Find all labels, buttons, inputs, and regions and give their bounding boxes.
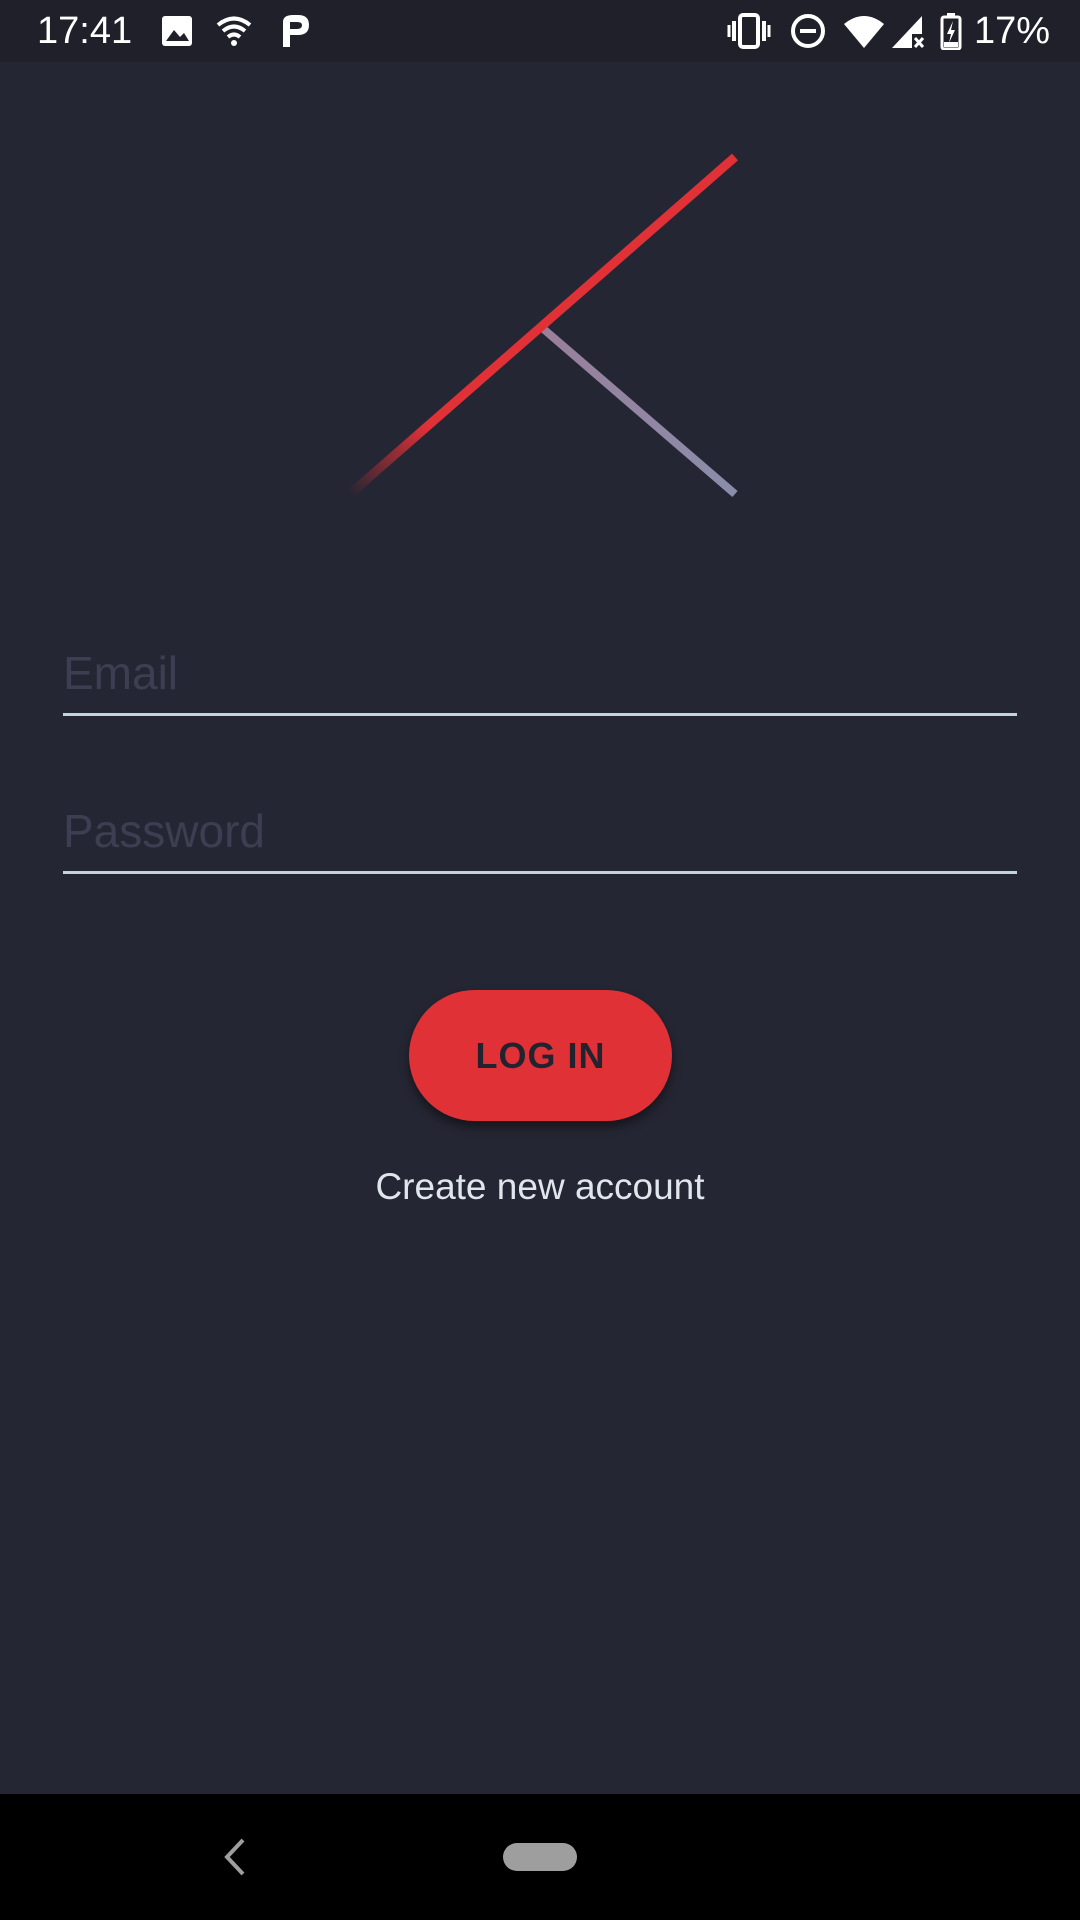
- status-time: 17:41: [37, 10, 133, 52]
- battery-percent: 17%: [974, 10, 1051, 52]
- z-hourglass-logo: [345, 152, 740, 499]
- back-chevron-icon[interactable]: [215, 1834, 255, 1880]
- login-button[interactable]: LOG IN: [409, 990, 672, 1121]
- battery-charging-icon: [940, 13, 962, 50]
- create-account-link[interactable]: Create new account: [0, 1162, 1080, 1212]
- wifi-notification-icon: [216, 16, 252, 46]
- login-screen: 17:41 17% Email LOG IN Create new accoun…: [0, 0, 1080, 1920]
- email-input[interactable]: [63, 633, 1017, 713]
- password-input[interactable]: [63, 791, 1017, 871]
- home-pill-icon[interactable]: [503, 1843, 577, 1871]
- do-not-disturb-icon: [791, 14, 825, 48]
- cell-signal-no-service-icon: [892, 16, 925, 48]
- parking-app-icon: [283, 15, 309, 47]
- email-field[interactable]: [63, 633, 1017, 716]
- image-notification-icon: [162, 16, 192, 46]
- vibrate-icon: [727, 13, 771, 49]
- password-field[interactable]: [63, 791, 1017, 874]
- status-bar: 17:41 17%: [0, 0, 1080, 62]
- wifi-signal-icon: [844, 16, 884, 48]
